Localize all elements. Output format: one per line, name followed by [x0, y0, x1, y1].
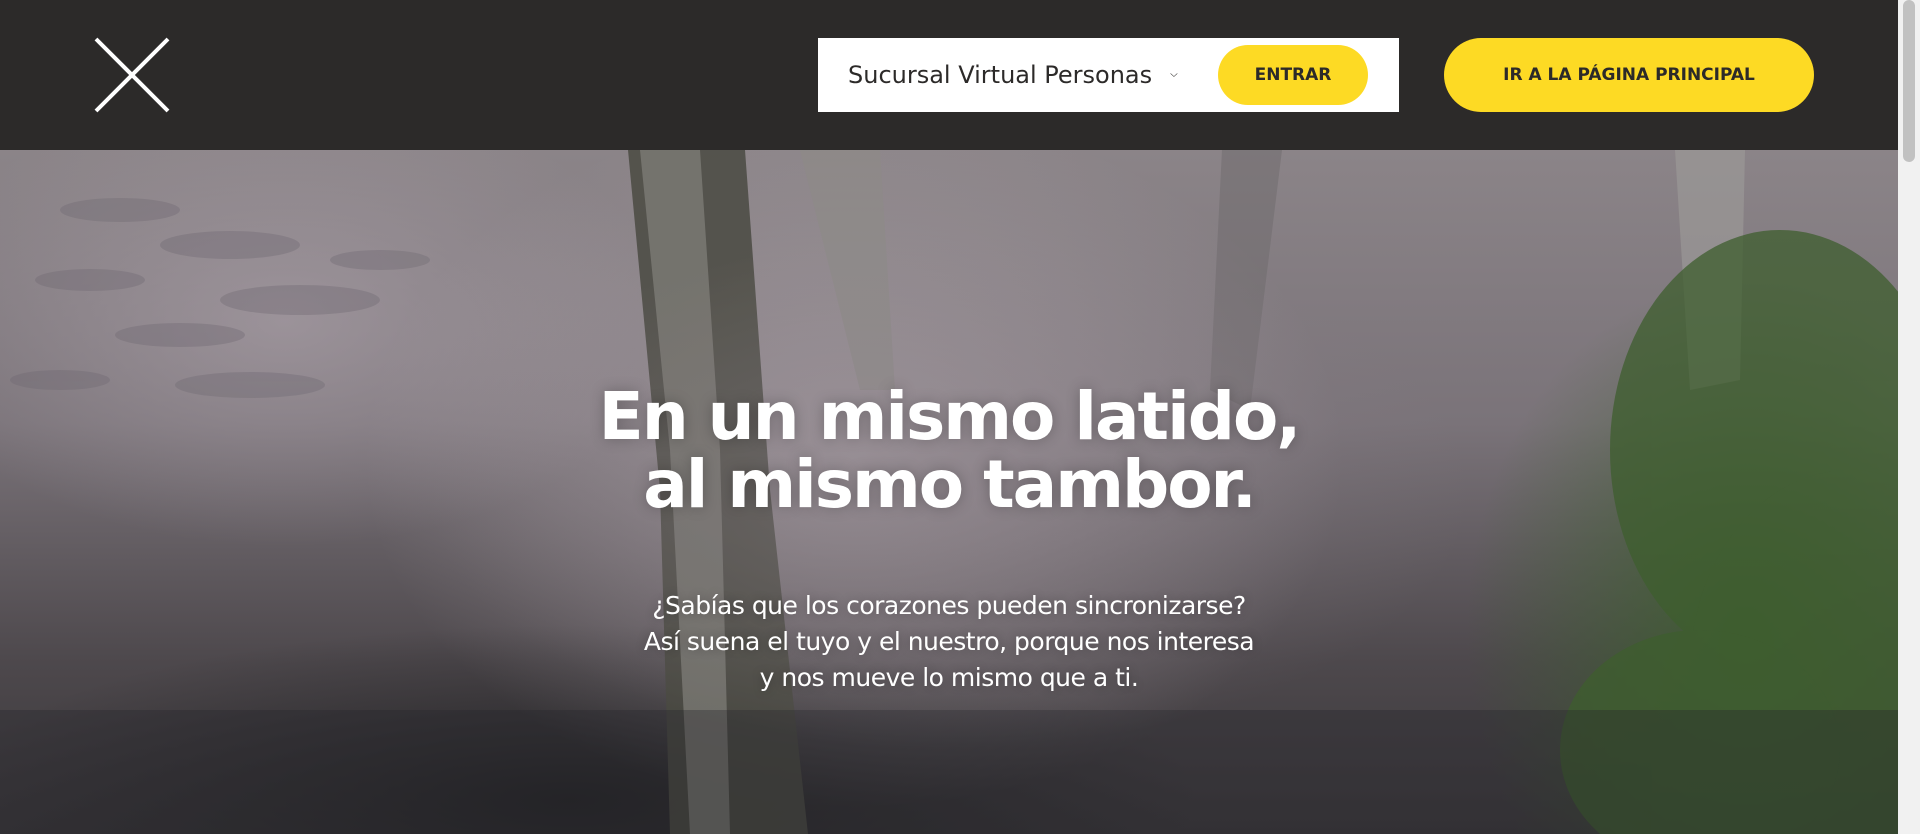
- close-button[interactable]: [92, 35, 172, 115]
- top-bar: Sucursal Virtual Personas ENTRAR IR A LA…: [0, 0, 1898, 150]
- main-page-button[interactable]: IR A LA PÁGINA PRINCIPAL: [1444, 38, 1814, 112]
- scrollbar-thumb[interactable]: [1903, 0, 1915, 162]
- hero-text: En un mismo latido, al mismo tambor. ¿Sa…: [0, 150, 1898, 834]
- hero-title: En un mismo latido, al mismo tambor.: [0, 383, 1898, 519]
- enter-button[interactable]: ENTRAR: [1218, 45, 1368, 105]
- chevron-down-icon: [1170, 73, 1178, 77]
- hero-subtitle-line: ¿Sabías que los corazones pueden sincron…: [652, 591, 1246, 620]
- hero-subtitle: ¿Sabías que los corazones pueden sincron…: [0, 588, 1898, 696]
- login-panel: Sucursal Virtual Personas ENTRAR: [818, 38, 1399, 112]
- hero-subtitle-line: y nos mueve lo mismo que a ti.: [759, 663, 1139, 692]
- branch-dropdown-label: Sucursal Virtual Personas: [848, 61, 1153, 89]
- close-icon: [94, 37, 170, 113]
- hero-subtitle-line: Así suena el tuyo y el nuestro, porque n…: [643, 627, 1255, 656]
- hero-title-line: En un mismo latido,: [598, 378, 1302, 455]
- hero-banner: En un mismo latido, al mismo tambor. ¿Sa…: [0, 150, 1898, 834]
- hero-title-line: al mismo tambor.: [643, 446, 1257, 523]
- page-scrollbar[interactable]: [1898, 0, 1920, 834]
- branch-dropdown[interactable]: Sucursal Virtual Personas: [848, 38, 1178, 112]
